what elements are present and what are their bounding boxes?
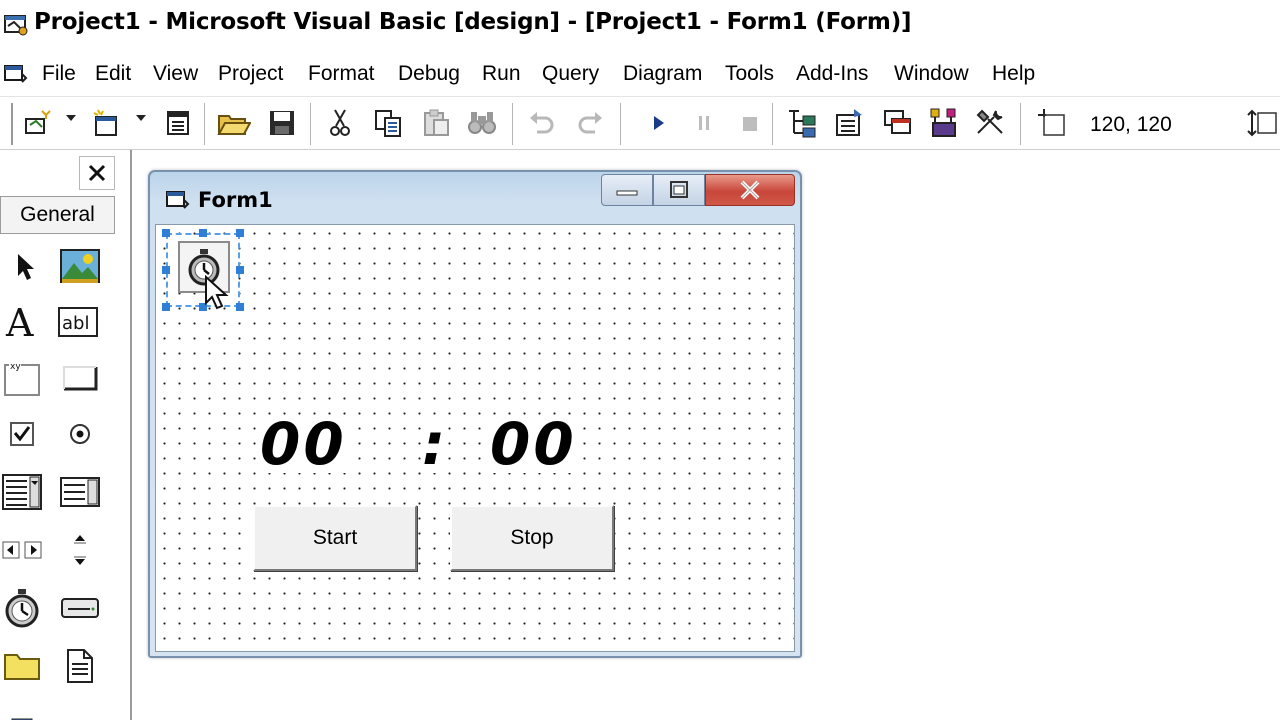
- svg-text:abl: abl: [62, 313, 89, 334]
- timer-icon[interactable]: [0, 586, 44, 630]
- save-icon[interactable]: [264, 105, 300, 141]
- close-icon: [88, 164, 106, 182]
- menu-run[interactable]: Run: [482, 62, 521, 86]
- form-icon: [164, 188, 190, 217]
- selection-handle[interactable]: [162, 266, 170, 274]
- vb-app-icon[interactable]: [2, 10, 30, 43]
- object-browser-icon[interactable]: [926, 105, 962, 141]
- title-bar: Project1 - Microsoft Visual Basic [desig…: [0, 0, 1280, 48]
- frame-icon[interactable]: xy: [0, 356, 44, 400]
- menu-tools[interactable]: Tools: [725, 62, 774, 86]
- selection-handle[interactable]: [236, 303, 244, 311]
- start-button[interactable]: Start: [253, 505, 417, 571]
- copy-icon[interactable]: [370, 105, 406, 141]
- project-explorer-icon[interactable]: [784, 105, 820, 141]
- form-client-area[interactable]: 00 : 00 Start Stop: [155, 224, 795, 652]
- toolbar-separator: [512, 103, 514, 145]
- vscrollbar-icon[interactable]: [58, 528, 102, 572]
- break-icon[interactable]: [686, 105, 722, 141]
- size-icon[interactable]: [1244, 105, 1280, 141]
- filelistbox-icon[interactable]: [58, 644, 102, 688]
- hscrollbar-icon[interactable]: [0, 528, 44, 572]
- toolbox-general-tab[interactable]: General: [0, 196, 115, 234]
- drivelistbox-icon[interactable]: [58, 586, 102, 630]
- selection-handle[interactable]: [199, 229, 207, 237]
- position-readout: 120, 120: [1090, 113, 1172, 136]
- shape-icon[interactable]: [0, 700, 44, 720]
- svg-text:xy: xy: [10, 362, 21, 372]
- label-icon[interactable]: A: [0, 300, 44, 344]
- seconds-label: 00: [490, 410, 577, 478]
- open-icon[interactable]: [216, 105, 252, 141]
- maximize-icon: [670, 181, 688, 198]
- position-icon[interactable]: [1034, 105, 1070, 141]
- commandbutton-icon[interactable]: [58, 356, 102, 400]
- form-title: Form1: [198, 188, 273, 212]
- selection-handle[interactable]: [162, 303, 170, 311]
- toolbar-separator: [620, 103, 622, 145]
- window-title: Project1 - Microsoft Visual Basic [desig…: [34, 9, 912, 35]
- dirlistbox-icon[interactable]: [0, 644, 44, 688]
- toolbar-separator: [1020, 103, 1022, 145]
- listbox-icon[interactable]: [58, 470, 102, 514]
- selection-handle[interactable]: [236, 266, 244, 274]
- menu-project[interactable]: Project: [218, 62, 283, 86]
- cut-icon[interactable]: [322, 105, 358, 141]
- menu-format[interactable]: Format: [308, 62, 375, 86]
- add-project-icon[interactable]: [20, 105, 56, 141]
- textbox-icon[interactable]: abl: [56, 300, 100, 344]
- menu-view[interactable]: View: [153, 62, 198, 86]
- minimize-icon: [616, 190, 638, 196]
- menu-add-ins[interactable]: Add-Ins: [796, 62, 868, 86]
- selection-handle[interactable]: [236, 229, 244, 237]
- caption-buttons: [601, 174, 797, 208]
- menu-query[interactable]: Query: [542, 62, 599, 86]
- pointer-icon[interactable]: [2, 244, 46, 288]
- toolbox-close-button[interactable]: [79, 156, 115, 190]
- toolbox-icon[interactable]: [972, 105, 1008, 141]
- start-icon[interactable]: [640, 105, 676, 141]
- properties-window-icon[interactable]: [832, 105, 868, 141]
- menu-window[interactable]: Window: [894, 62, 969, 86]
- stop-button[interactable]: Stop: [450, 505, 614, 571]
- menu-bar: File Edit View Project Format Debug Run …: [0, 52, 1280, 94]
- optionbutton-icon[interactable]: [58, 412, 102, 456]
- toolbar-separator: [204, 103, 206, 145]
- close-icon: [740, 180, 760, 200]
- form1-window[interactable]: Form1 00 : 00 Start Stop: [148, 170, 802, 658]
- menu-edit[interactable]: Edit: [95, 62, 131, 86]
- form-system-menu-icon[interactable]: [2, 62, 28, 91]
- undo-icon[interactable]: [524, 105, 560, 141]
- combobox-icon[interactable]: [0, 470, 44, 514]
- form-layout-icon[interactable]: [880, 105, 916, 141]
- add-project-dropdown[interactable]: [66, 115, 76, 121]
- menu-help[interactable]: Help: [992, 62, 1035, 86]
- redo-icon[interactable]: [572, 105, 608, 141]
- checkbox-icon[interactable]: [0, 412, 44, 456]
- toolbar-grip[interactable]: [9, 103, 13, 145]
- maximize-button[interactable]: [653, 174, 705, 206]
- paste-icon[interactable]: [418, 105, 454, 141]
- menu-file[interactable]: File: [42, 62, 76, 86]
- standard-toolbar: 120, 120: [0, 96, 1280, 150]
- mouse-cursor-icon: [205, 275, 229, 310]
- menu-debug[interactable]: Debug: [398, 62, 460, 86]
- menu-editor-icon[interactable]: [160, 105, 196, 141]
- add-form-dropdown[interactable]: [136, 115, 146, 121]
- find-icon[interactable]: [464, 105, 500, 141]
- toolbox-panel: General A abl xy: [0, 150, 132, 720]
- picturebox-icon[interactable]: [58, 244, 102, 288]
- close-button[interactable]: [705, 174, 795, 206]
- toolbar-separator: [772, 103, 774, 145]
- separator-label: :: [422, 410, 449, 478]
- minutes-label: 00: [260, 410, 347, 478]
- menu-diagram[interactable]: Diagram: [623, 62, 702, 86]
- minimize-button[interactable]: [601, 174, 653, 206]
- selection-handle[interactable]: [162, 229, 170, 237]
- line-icon[interactable]: [58, 700, 102, 720]
- svg-text:A: A: [5, 304, 34, 340]
- end-icon[interactable]: [732, 105, 768, 141]
- toolbar-separator: [310, 103, 312, 145]
- add-form-icon[interactable]: [88, 105, 124, 141]
